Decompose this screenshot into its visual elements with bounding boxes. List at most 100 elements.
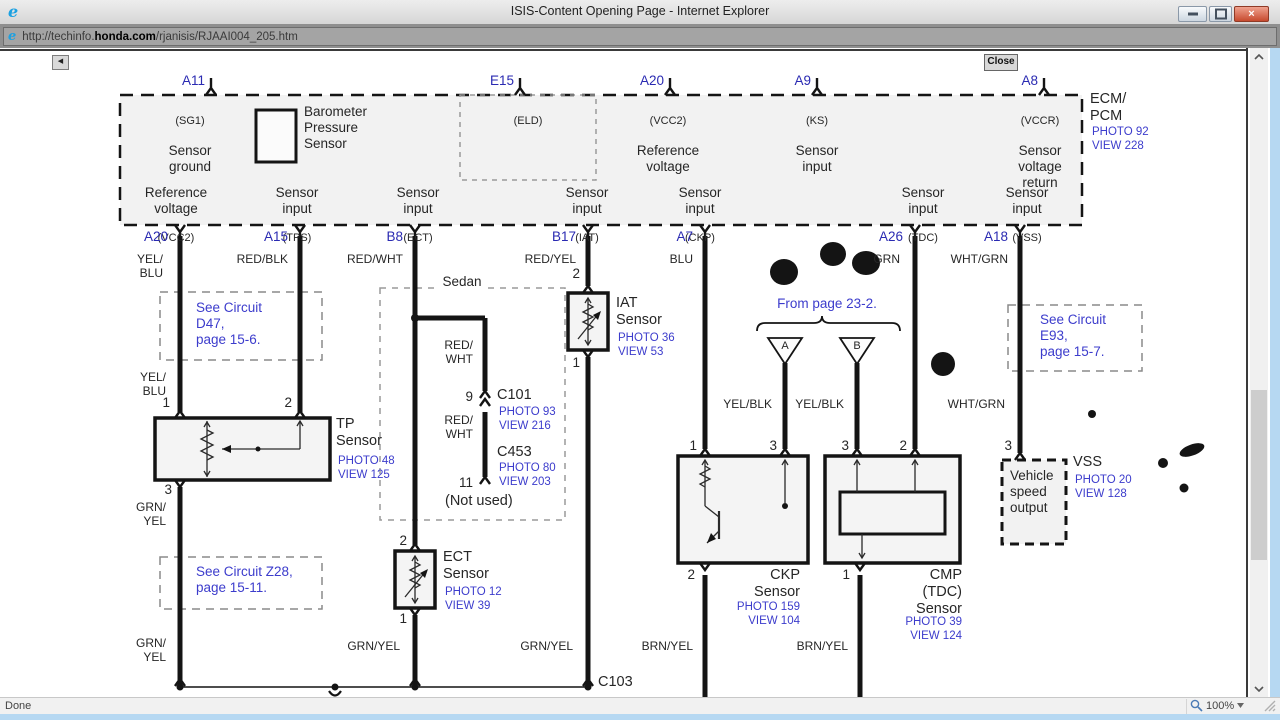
- ecm-view-link[interactable]: VIEW 228: [1092, 140, 1144, 153]
- wire-color-red-wht-sedan1: RED/ WHT: [444, 338, 473, 367]
- ref-z28[interactable]: See Circuit Z28, page 15-11.: [196, 564, 293, 596]
- title-bar[interactable]: e ISIS-Content Opening Page - Internet E…: [0, 0, 1280, 25]
- tp-photo-link[interactable]: PHOTO 48: [338, 455, 395, 468]
- cmp-pin-1: 1: [842, 567, 850, 582]
- cell5-code: (TDC): [908, 231, 938, 244]
- diagram-stage: A11 E15 A20 A9 A8 (SG1) Sensor ground Ba…: [0, 0, 1280, 720]
- tp-pin-1: 1: [162, 395, 170, 410]
- ckp-photo-link[interactable]: PHOTO 159: [737, 601, 800, 614]
- pin-a8: A8: [1021, 73, 1038, 88]
- tp-pin-2: 2: [284, 395, 292, 410]
- ecm-cell-ks-label: Sensor input: [795, 143, 839, 175]
- ref-d47[interactable]: See Circuit D47, page 15-6.: [196, 300, 262, 347]
- window-title: ISIS-Content Opening Page - Internet Exp…: [510, 4, 770, 18]
- ckp-sensor-name: CKP Sensor: [754, 567, 800, 600]
- vertical-scrollbar[interactable]: [1250, 48, 1268, 697]
- wire-color-wht-grn-1: WHT/GRN: [950, 252, 1008, 266]
- maximize-icon: [1214, 8, 1227, 20]
- resize-grip[interactable]: [1264, 700, 1276, 715]
- ecm-cell-eld: (ELD): [514, 100, 543, 143]
- wire-color-red-blk: RED/BLK: [236, 252, 288, 266]
- ckp-pin-3: 3: [769, 438, 777, 453]
- c101-view-link[interactable]: VIEW 216: [499, 420, 551, 433]
- ect-view-link[interactable]: VIEW 39: [445, 600, 490, 613]
- scrollbar-thumb[interactable]: [1251, 390, 1267, 560]
- iat-sensor-name: IAT Sensor: [616, 295, 662, 328]
- pin-a15: A15: [263, 229, 288, 244]
- ie-page-icon: e: [8, 29, 17, 44]
- ecm-cell-tps: Sensor input (TPS): [276, 170, 319, 260]
- scroll-down-button[interactable]: [1250, 680, 1268, 697]
- close-window-button[interactable]: ×: [1234, 6, 1269, 22]
- maximize-button[interactable]: [1209, 6, 1232, 22]
- cell2-label: Sensor input: [396, 185, 440, 216]
- triangle-a-label: A: [781, 340, 789, 352]
- url-domain: honda.com: [94, 30, 156, 43]
- tp-sensor-name: TP Sensor: [336, 416, 382, 449]
- c101-pin-9: 9: [465, 389, 473, 404]
- ecm-cell-vccr-code: (VCCR): [1020, 115, 1060, 128]
- ect-photo-link[interactable]: PHOTO 12: [445, 586, 502, 599]
- zoom-control[interactable]: 100%: [1190, 699, 1245, 712]
- pin-e15: E15: [489, 73, 514, 88]
- status-text: Done: [5, 700, 32, 712]
- wire-color-grn: GRN: [873, 252, 900, 266]
- c453-photo-link[interactable]: PHOTO 80: [499, 462, 556, 475]
- iat-view-link[interactable]: VIEW 53: [618, 346, 663, 359]
- pin-a18: A18: [983, 229, 1008, 244]
- cell0-label: Reference voltage: [144, 185, 208, 216]
- ect-pin-2: 2: [399, 533, 407, 548]
- close-page-button[interactable]: Close: [984, 54, 1018, 71]
- vss-view-link[interactable]: VIEW 128: [1075, 488, 1127, 501]
- scroll-up-button[interactable]: [1250, 48, 1268, 65]
- c453-view-link[interactable]: VIEW 203: [499, 476, 551, 489]
- barometer-label: Barometer Pressure Sensor: [304, 104, 368, 151]
- pin-a20: A20: [143, 229, 168, 244]
- cell6-label: Sensor input: [1005, 185, 1049, 216]
- ecm-cell-eld-code: (ELD): [513, 115, 543, 128]
- minimize-button[interactable]: [1178, 6, 1207, 22]
- c453-not-used: (Not used): [445, 493, 513, 509]
- wire-color-blu: BLU: [669, 252, 693, 266]
- minimize-icon: [1187, 12, 1198, 16]
- ref-e93[interactable]: See Circuit E93, page 15-7.: [1040, 312, 1106, 359]
- cell5-label: Sensor input: [901, 185, 945, 216]
- cell2-code: (ECT): [403, 231, 433, 244]
- wire-color-yel-blk-b: YEL/BLK: [795, 397, 844, 411]
- c453-name: C453: [497, 444, 532, 460]
- address-field[interactable]: e http://techinfo. honda.com/rjanisis/RJA…: [3, 27, 1277, 46]
- ecm-photo-link[interactable]: PHOTO 92: [1092, 126, 1149, 139]
- ref-from-page[interactable]: From page 23-2.: [777, 296, 877, 312]
- wire-color-yel-blu-1: YEL/ BLU: [136, 252, 163, 281]
- address-bar: e http://techinfo. honda.com/rjanisis/RJA…: [0, 24, 1280, 48]
- ecm-cell-ks: (KS) Sensor input: [796, 100, 839, 190]
- cmp-pin-2: 2: [899, 438, 907, 453]
- wire-color-brn-yel-ckp: BRN/YEL: [641, 639, 693, 653]
- back-button[interactable]: ◀: [52, 55, 69, 70]
- pin-a7: A7: [676, 229, 693, 244]
- ecm-cell-vcc2-code: (VCC2): [649, 115, 687, 128]
- cmp-photo-link[interactable]: PHOTO 39: [905, 616, 962, 629]
- frame-border-right: [1246, 48, 1248, 697]
- ckp-pin-2: 2: [687, 567, 695, 582]
- ecm-cell-ks-code: (KS): [806, 115, 828, 128]
- wire-color-grn-yel-ect: GRN/YEL: [347, 639, 400, 653]
- tp-view-link[interactable]: VIEW 125: [338, 469, 390, 482]
- cmp-view-link[interactable]: VIEW 124: [910, 630, 962, 643]
- wire-color-wht-grn-2: WHT/GRN: [947, 397, 1005, 411]
- vss-photo-link[interactable]: PHOTO 20: [1075, 474, 1132, 487]
- ecm-name: ECM/ PCM: [1090, 91, 1127, 124]
- ect-sensor-name: ECT Sensor: [443, 549, 489, 582]
- url-path: /rjanisis/RJAAI004_205.htm: [155, 30, 298, 43]
- cmp-pin-3: 3: [841, 438, 849, 453]
- ecm-cell-ckp: Sensor input (CKP): [679, 170, 722, 260]
- c101-photo-link[interactable]: PHOTO 93: [499, 406, 556, 419]
- vss-name: VSS: [1073, 454, 1103, 470]
- ckp-view-link[interactable]: VIEW 104: [748, 615, 800, 628]
- wire-color-brn-yel-cmp: BRN/YEL: [796, 639, 848, 653]
- vss-box-label: Vehicle speed output: [1010, 468, 1054, 515]
- iat-photo-link[interactable]: PHOTO 36: [618, 332, 675, 345]
- vss-pin-3: 3: [1004, 438, 1012, 453]
- window-edge-bottom: [0, 714, 1280, 720]
- c103-label: C103: [598, 674, 633, 690]
